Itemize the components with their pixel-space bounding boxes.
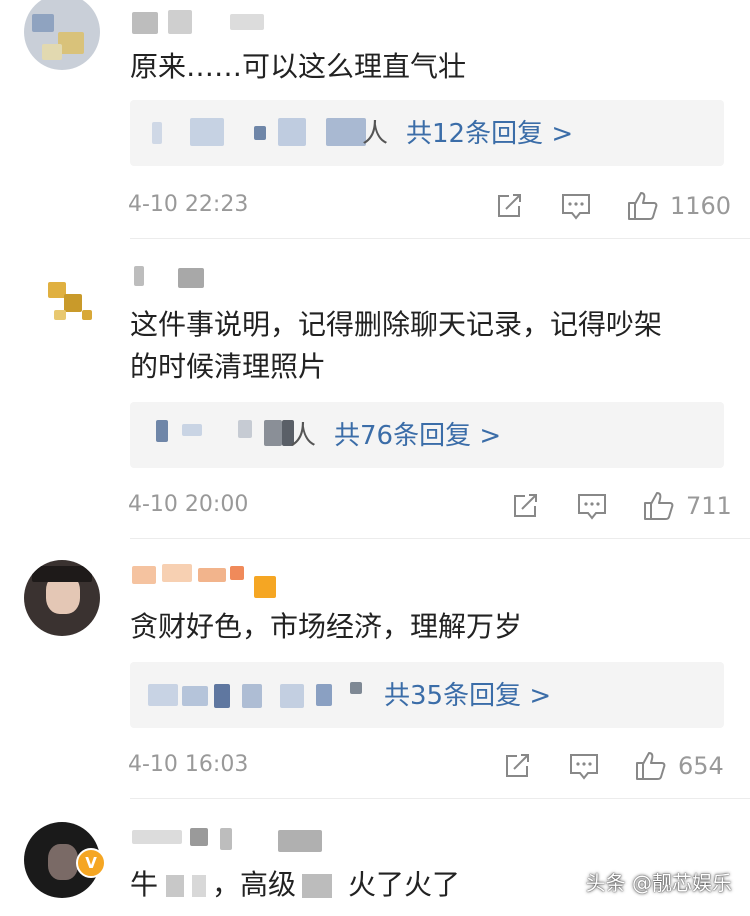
reply-icon[interactable]: [560, 188, 592, 224]
like-count: 1160: [670, 192, 732, 220]
comment-item: 这件事说明，记得删除聊天记录，记得吵架 的时候清理照片 人共76条回复 > 4-…: [0, 240, 750, 540]
replies-box[interactable]: 人共76条回复 >: [130, 402, 724, 468]
divider: [130, 798, 750, 799]
timestamp: 4-10 22:23: [128, 192, 249, 217]
replies-count: 共76条回复 >: [334, 421, 502, 451]
replies-box[interactable]: 共35条回复 >: [130, 662, 724, 728]
comment-meta: 4-10 20:00 711: [128, 486, 732, 526]
avatar-pixel: [32, 14, 54, 32]
comment-text: 贪财好色，市场经济，理解万岁: [130, 610, 523, 643]
comment-item: 贪财好色，市场经济，理解万岁 共35条回复 > 4-10 16:03 654: [0, 540, 750, 800]
timestamp: 4-10 20:00: [128, 492, 249, 517]
like-button[interactable]: 654: [634, 748, 724, 784]
timestamp: 4-10 16:03: [128, 752, 249, 777]
comment-meta: 4-10 16:03 654: [128, 746, 724, 786]
replies-suffix: 人: [290, 421, 317, 451]
avatar[interactable]: [24, 260, 100, 336]
comment-text-line: 这件事说明，记得删除聊天记录，记得吵架: [130, 308, 663, 341]
share-icon[interactable]: [494, 188, 524, 224]
username-blurred[interactable]: [130, 826, 330, 852]
replies-link[interactable]: 人共12条回复 >: [362, 113, 573, 150]
comment-item: 原来……可以这么理直气壮 人共12条回复 > 4-10 22:23 1160: [0, 0, 750, 240]
like-button[interactable]: 1160: [626, 188, 731, 224]
comment-text-line: 的时候清理照片: [130, 350, 327, 383]
watermark: 头条 @靓芯娱乐: [585, 871, 732, 895]
share-icon[interactable]: [502, 748, 532, 784]
like-button[interactable]: 711: [642, 488, 732, 524]
verified-badge-icon: V: [76, 848, 106, 878]
comment-text-part: 火了火了: [348, 868, 461, 901]
share-icon[interactable]: [510, 488, 540, 524]
replies-count[interactable]: 共35条回复 >: [384, 675, 551, 712]
avatar[interactable]: [24, 0, 100, 70]
comment-item: 牛 ，高级 火了火了: [0, 800, 750, 916]
username-blurred[interactable]: [130, 562, 280, 598]
comment-meta: 4-10 22:23 1160: [128, 186, 731, 226]
reply-icon[interactable]: [568, 748, 600, 784]
divider: [130, 538, 750, 539]
avatar-pixel: [42, 44, 62, 60]
reply-icon[interactable]: [576, 488, 608, 524]
divider: [130, 238, 750, 239]
comment-text: 这件事说明，记得删除聊天记录，记得吵架 的时候清理照片: [130, 304, 720, 388]
username-blurred[interactable]: [130, 10, 270, 36]
comment-text: 原来……可以这么理直气壮: [130, 50, 467, 83]
thumbs-up-icon: [644, 492, 674, 520]
username-blurred[interactable]: [130, 262, 220, 288]
replies-count: 共12条回复 >: [406, 119, 574, 149]
avatar[interactable]: [24, 560, 100, 636]
thumbs-up-icon: [636, 752, 666, 780]
like-count: 654: [678, 752, 724, 780]
like-count: 711: [686, 492, 732, 520]
replies-box[interactable]: 人共12条回复 >: [130, 100, 724, 166]
comment-text-part: 牛: [130, 868, 159, 901]
thumbs-up-icon: [628, 192, 658, 220]
comment-text-part: ，高级: [212, 868, 297, 901]
replies-suffix: 人: [362, 119, 389, 149]
replies-link[interactable]: 人共76条回复 >: [290, 415, 501, 452]
